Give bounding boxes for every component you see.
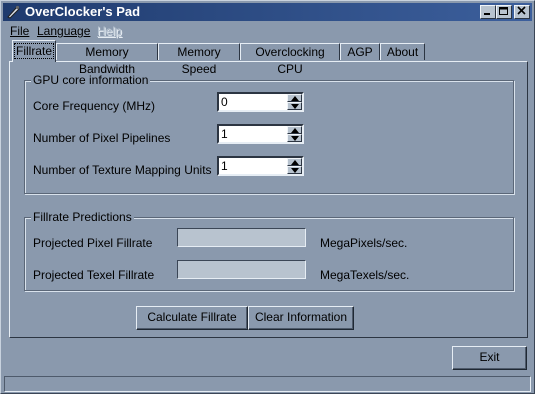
texture-units-spinner[interactable]: 1	[217, 156, 304, 176]
texture-units-up-button[interactable]	[287, 158, 302, 166]
clear-information-button[interactable]: Clear Information	[248, 306, 354, 330]
arrow-up-icon	[291, 96, 299, 101]
maximize-icon	[499, 7, 508, 15]
tab-memory-bandwidth[interactable]: Memory Bandwidth	[56, 43, 158, 76]
close-icon	[517, 6, 526, 15]
gpu-core-info-title: GPU core information	[31, 73, 151, 87]
pixel-pipelines-label: Number of Pixel Pipelines	[33, 131, 171, 145]
core-frequency-spinner[interactable]: 0	[217, 92, 304, 112]
texel-fillrate-unit: MegaTexels/sec.	[320, 268, 410, 282]
maximize-button[interactable]	[496, 5, 512, 19]
pixel-fillrate-label: Projected Pixel Fillrate	[33, 236, 153, 250]
tab-memory-speed[interactable]: Memory Speed	[158, 43, 240, 76]
status-bar	[4, 376, 531, 392]
tab-fillrate-label: Fillrate	[13, 43, 55, 59]
texel-fillrate-label: Projected Texel Fillrate	[33, 268, 155, 282]
title-bar[interactable]: OverClocker's Pad	[3, 3, 532, 21]
menu-help[interactable]: Help	[97, 24, 122, 38]
pixel-pipelines-up-button[interactable]	[287, 126, 302, 134]
calculate-fillrate-button[interactable]: Calculate Fillrate	[136, 306, 248, 330]
close-button[interactable]	[514, 5, 530, 19]
arrow-up-icon	[291, 128, 299, 133]
tab-fillrate[interactable]: Fillrate	[12, 40, 56, 62]
tab-about[interactable]: About	[380, 43, 425, 60]
arrow-up-icon	[291, 160, 299, 165]
fillrate-predictions-group: Fillrate Predictions Projected Pixel Fil…	[24, 210, 514, 291]
arrow-down-icon	[291, 104, 299, 109]
fillrate-predictions-title: Fillrate Predictions	[31, 210, 134, 224]
menu-language[interactable]: Language	[37, 24, 90, 38]
texture-units-label: Number of Texture Mapping Units	[33, 163, 212, 177]
texel-fillrate-output	[177, 260, 306, 279]
exit-button[interactable]: Exit	[452, 346, 527, 370]
minimize-button[interactable]	[480, 5, 496, 19]
tab-agp-label: AGP	[347, 45, 373, 59]
pixel-pipelines-spinner[interactable]: 1	[217, 124, 304, 144]
texture-units-value: 1	[221, 159, 228, 173]
pixel-fillrate-output	[177, 228, 306, 247]
minimize-icon	[484, 13, 490, 15]
arrow-down-icon	[291, 136, 299, 141]
menu-file[interactable]: File	[10, 24, 29, 38]
window-title: OverClocker's Pad	[25, 4, 141, 19]
gpu-core-info-group: GPU core information Core Frequency (MHz…	[24, 73, 514, 194]
core-frequency-down-button[interactable]	[287, 102, 302, 110]
tab-panel-fillrate: GPU core information Core Frequency (MHz…	[9, 61, 528, 338]
tab-agp[interactable]: AGP	[340, 43, 380, 60]
core-frequency-label: Core Frequency (MHz)	[33, 99, 156, 113]
app-window: OverClocker's Pad File Language Help Fil…	[0, 0, 535, 394]
pixel-fillrate-unit: MegaPixels/sec.	[320, 236, 408, 250]
pixel-pipelines-value: 1	[221, 127, 228, 141]
pixel-pipelines-down-button[interactable]	[287, 134, 302, 142]
arrow-down-icon	[291, 168, 299, 173]
core-frequency-up-button[interactable]	[287, 94, 302, 102]
tab-overclocking-cpu[interactable]: Overclocking CPU	[240, 43, 340, 76]
app-icon	[7, 5, 20, 19]
core-frequency-value: 0	[221, 95, 228, 109]
texture-units-down-button[interactable]	[287, 166, 302, 174]
tab-about-label: About	[386, 45, 419, 59]
